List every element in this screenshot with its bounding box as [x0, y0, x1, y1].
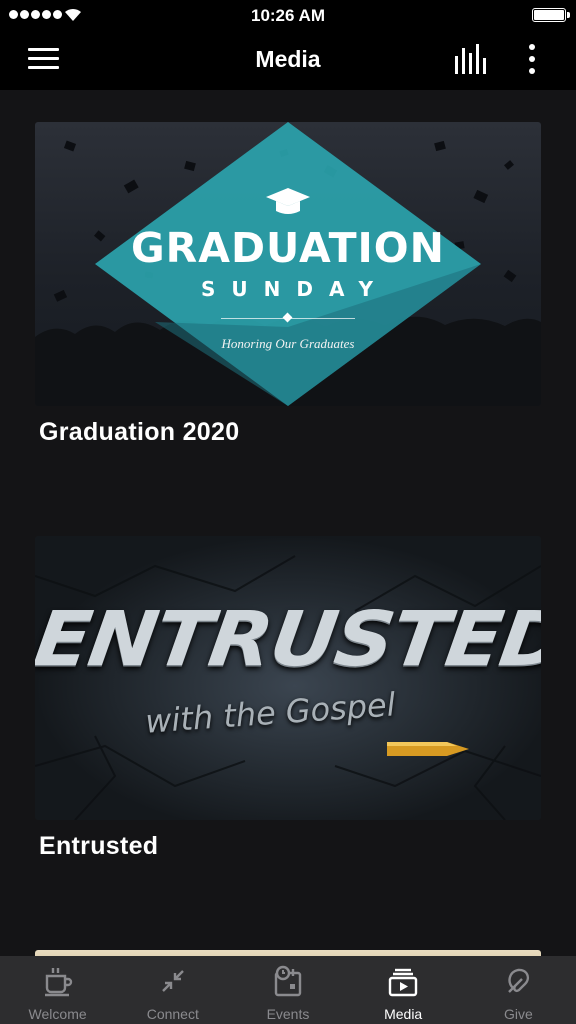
tab-connect[interactable]: Connect	[115, 956, 230, 1024]
page-title: Media	[255, 46, 321, 72]
media-title[interactable]: Graduation 2020	[39, 418, 239, 447]
nav-bar: Media	[0, 30, 576, 90]
battery-icon	[532, 8, 570, 22]
media-thumbnail[interactable]: ENTRUSTED with the Gospel	[35, 536, 541, 820]
coffee-cup-icon	[44, 968, 72, 997]
tab-media[interactable]: Media	[346, 956, 461, 1024]
media-play-icon	[388, 968, 418, 997]
artwork-tagline: Honoring Our Graduates	[221, 336, 355, 351]
media-thumbnail[interactable]: GRADUATION SUNDAY Honoring Our Graduates	[35, 122, 541, 406]
media-feed[interactable]: GRADUATION SUNDAY Honoring Our Graduates…	[0, 90, 576, 956]
tab-label: Give	[503, 1006, 533, 1022]
status-time: 10:26 AM	[250, 6, 325, 25]
artwork-headline: ENTRUSTED	[35, 595, 541, 684]
more-options-icon[interactable]	[520, 42, 544, 76]
arrows-inward-icon	[161, 970, 184, 992]
tab-label: Welcome	[28, 1006, 87, 1022]
status-bar: 10:26 AM	[0, 0, 576, 30]
tab-label: Events	[266, 1006, 310, 1022]
graduation-cap-icon	[266, 188, 310, 214]
calendar-clock-icon	[274, 965, 302, 997]
tab-label: Media	[384, 1006, 423, 1022]
give-icon	[508, 968, 530, 993]
tab-welcome[interactable]: Welcome	[0, 956, 115, 1024]
media-card-graduation[interactable]: GRADUATION SUNDAY Honoring Our Graduates…	[35, 122, 541, 446]
media-card-entrusted[interactable]: ENTRUSTED with the Gospel Entrusted	[35, 536, 541, 860]
tab-label: Connect	[146, 1006, 199, 1022]
artwork-subhead: SUNDAY	[200, 277, 390, 301]
media-title[interactable]: Entrusted	[39, 832, 158, 861]
tab-events[interactable]: Events	[230, 956, 345, 1024]
artwork-headline: GRADUATION	[131, 224, 445, 272]
tab-give[interactable]: Give	[461, 956, 576, 1024]
pen-nib-graphic	[387, 742, 469, 756]
tab-bar: Welcome Connect Events Media Give	[0, 956, 576, 1024]
audio-bars-icon[interactable]	[452, 44, 488, 74]
